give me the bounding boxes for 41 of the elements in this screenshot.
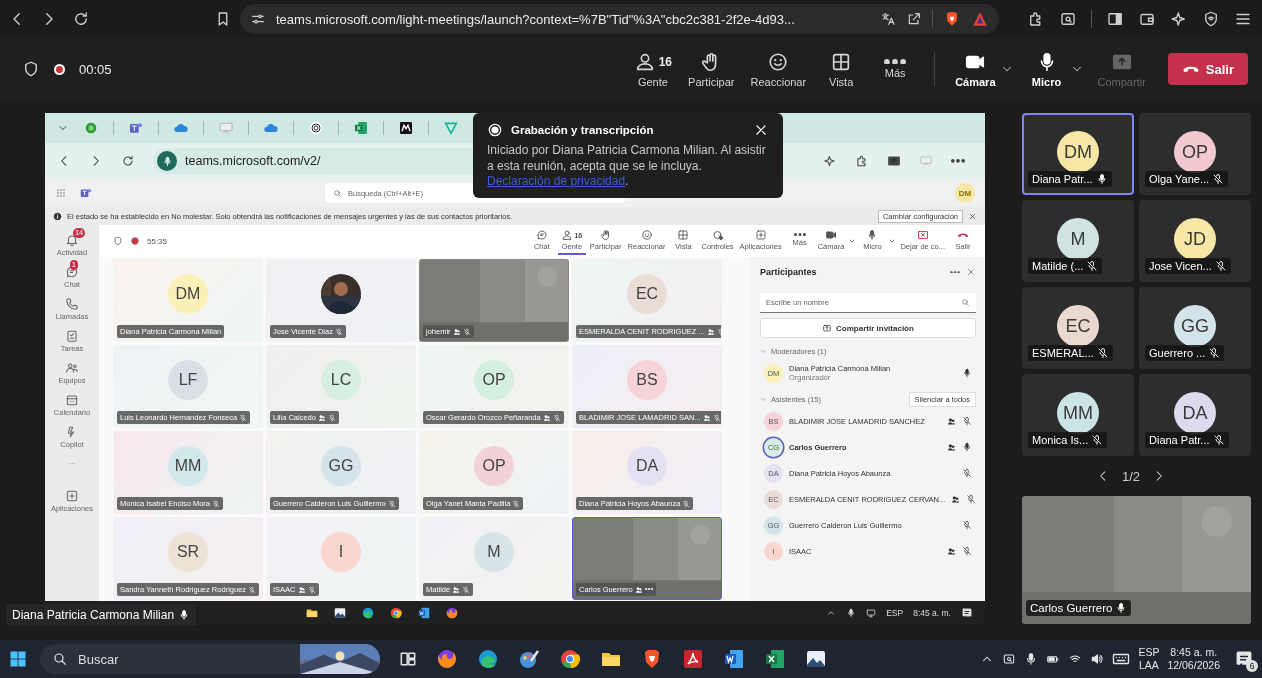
avatar: GG [321,445,361,486]
avatar: OP [474,445,514,486]
avatar: I [321,531,361,572]
avatar: M [474,531,514,572]
avatar: BS [627,359,667,400]
meeting-timer: 55:35 [147,236,168,246]
avatar: SR [168,531,208,572]
avatar: DM [1057,131,1099,173]
language-label: ESP [886,608,904,618]
page-indicator: 1/2 [1121,468,1141,484]
avatar: OP [474,359,514,400]
count-badge: 6 [1246,660,1258,672]
participant-name: ESMERAL... [1032,347,1094,359]
participant-name: Olga Yane... [1149,173,1210,185]
participant-name: Diana Patr... [1032,173,1093,185]
participant-name: Carlos Guerrero [1030,602,1113,614]
avatar: OP [1174,131,1216,173]
participant-name: Monica Is... [1032,434,1089,446]
avatar: M [1057,218,1099,260]
avatar: MM [1057,392,1099,434]
url-text: teams.microsoft.com/light-meetings/launch?context=%7B"Tid"%3A"cbc2c381-2f2e-4d93... [276,11,796,27]
panel-title: Participantes [760,267,818,277]
avatar: LC [321,359,361,400]
clock-text: 8:45 a. m. [913,608,951,618]
avatar: DA [627,445,667,486]
avatar: GG [1174,305,1216,347]
avatar: DM [168,273,208,314]
meeting-timer: 00:05 [79,61,112,77]
avatar: JD [1174,218,1216,260]
participant-name: Diana Patricia Carmona Milian [12,608,175,622]
avatar: MM [168,445,208,486]
url-text: teams.microsoft.com/v2/ [185,154,321,168]
participant-name: Diana Patr... [1149,434,1210,446]
avatar: EC [627,273,667,314]
avatar: DA [1174,392,1216,434]
participant-name: Jose Vicen... [1149,260,1212,272]
participant-name: Matilde (... [1032,260,1084,272]
popup-title: Grabación y transcripción [511,124,655,136]
participant-name: Guerrero ... [1149,347,1206,359]
avatar: LF [168,359,208,400]
avatar: EC [1057,305,1099,347]
